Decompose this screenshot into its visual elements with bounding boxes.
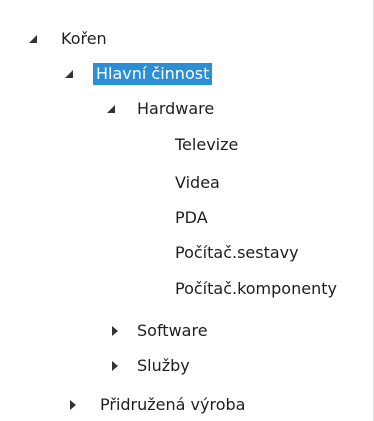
tree-item-label: Videa xyxy=(175,173,220,192)
expanded-arrow-icon[interactable] xyxy=(106,104,116,114)
expanded-arrow-icon[interactable] xyxy=(28,34,38,44)
tree-item-pocitac-komponenty[interactable]: Počítač.komponenty xyxy=(0,274,374,304)
tree-item-label: Kořen xyxy=(61,29,107,48)
tree-item-label: PDA xyxy=(175,208,208,227)
tree-item-sluzby[interactable]: Služby xyxy=(0,351,374,381)
tree-item-pridruzena-vyroba[interactable]: Přidružená výroba xyxy=(0,390,374,420)
tree-item-label: Přidružená výroba xyxy=(100,395,246,414)
tree-view: Kořen Hlavní činnost Hardware Televize V… xyxy=(0,0,374,421)
tree-item-televize[interactable]: Televize xyxy=(0,130,374,160)
tree-item-hardware[interactable]: Hardware xyxy=(0,94,374,124)
tree-item-label: Hardware xyxy=(137,99,215,118)
collapsed-arrow-icon[interactable] xyxy=(110,326,120,336)
tree-item-videa[interactable]: Videa xyxy=(0,168,374,198)
tree-item-label: Televize xyxy=(175,135,239,154)
tree-item-label: Hlavní činnost xyxy=(93,63,213,85)
tree-item-pocitac-sestavy[interactable]: Počítač.sestavy xyxy=(0,238,374,268)
tree-item-koren[interactable]: Kořen xyxy=(0,24,374,54)
tree-item-label: Služby xyxy=(137,356,190,375)
tree-item-label: Počítač.sestavy xyxy=(175,243,299,262)
tree-item-pda[interactable]: PDA xyxy=(0,203,374,233)
collapsed-arrow-icon[interactable] xyxy=(68,400,78,410)
tree-item-label: Software xyxy=(137,321,208,340)
expanded-arrow-icon[interactable] xyxy=(64,69,74,79)
tree-item-hlavni-cinnost[interactable]: Hlavní činnost xyxy=(0,59,374,89)
tree-item-software[interactable]: Software xyxy=(0,316,374,346)
tree-item-label: Počítač.komponenty xyxy=(175,279,337,298)
collapsed-arrow-icon[interactable] xyxy=(110,361,120,371)
